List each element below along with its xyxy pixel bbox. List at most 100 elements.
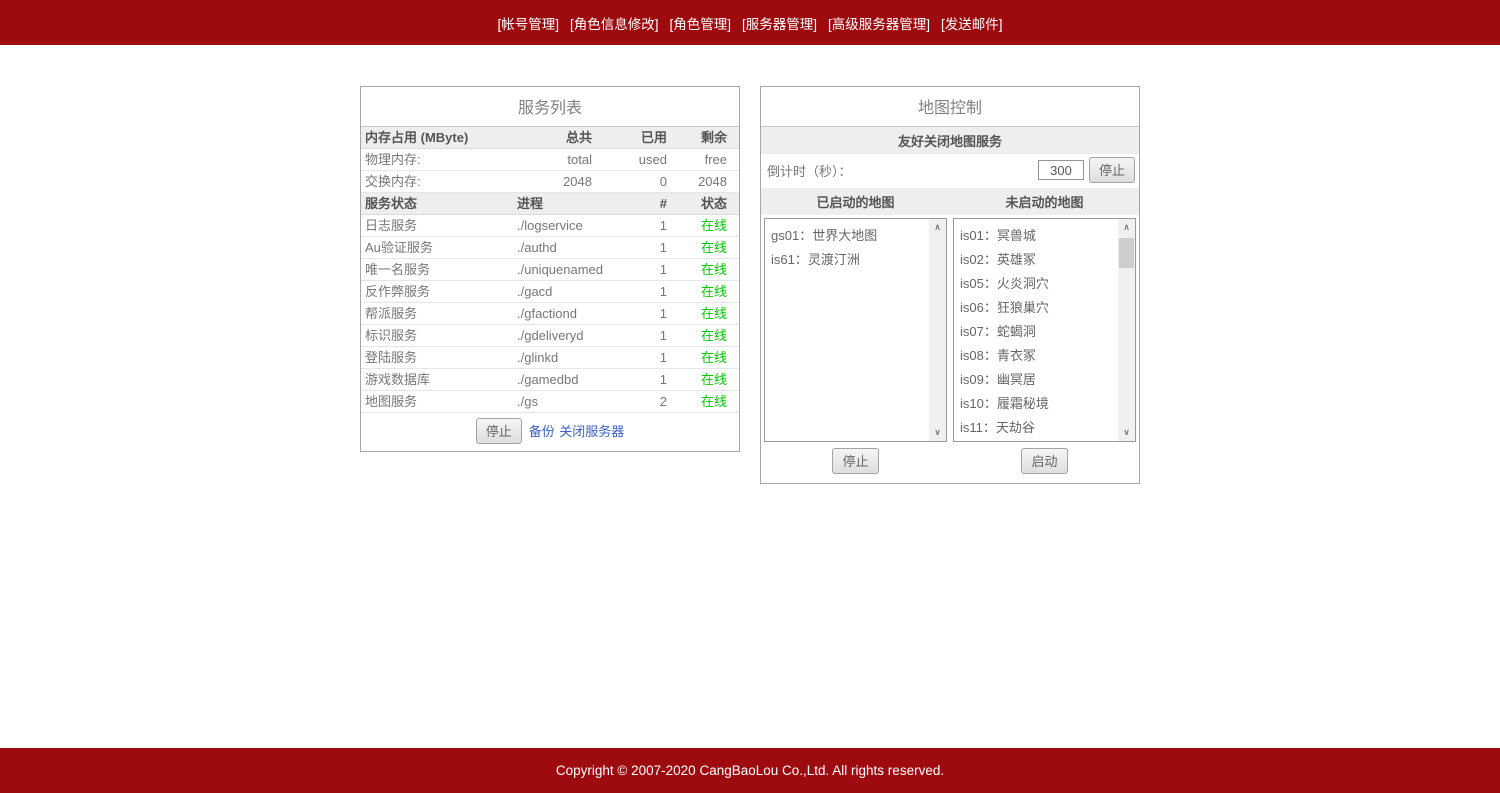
scroll-down-icon[interactable]: ∨	[929, 424, 946, 441]
memory-row: 交换内存: 2048 0 2048	[361, 171, 739, 193]
service-status: 在线	[673, 281, 739, 303]
service-row: 唯一名服务 ./uniquenamed 1 在线	[361, 259, 739, 281]
memory-used: 0	[596, 171, 673, 193]
nav-link[interactable]: [发送邮件]	[941, 13, 1003, 33]
backup-link[interactable]: 备份	[529, 424, 555, 439]
scroll-down-icon[interactable]: ∨	[1118, 424, 1135, 441]
map-option[interactable]: is10：履霜秘境	[954, 390, 1118, 414]
service-status: 在线	[673, 215, 739, 237]
memory-row: 物理内存: total used free	[361, 149, 739, 171]
memory-total: 2048	[513, 171, 596, 193]
scroll-up-icon[interactable]: ∧	[1118, 219, 1135, 236]
stopped-maps-listbox[interactable]: is01：冥兽城 is02：英雄冢 is05：火炎洞穴 is06：狂狼巢穴 is…	[953, 218, 1136, 442]
service-name: 标识服务	[361, 325, 513, 347]
nav-link[interactable]: [服务器管理]	[742, 13, 817, 33]
memory-label: 交换内存:	[361, 171, 513, 193]
memory-label: 物理内存:	[361, 149, 513, 171]
shutdown-server-link[interactable]: 关闭服务器	[559, 424, 624, 439]
service-row: 帮派服务 ./gfactiond 1 在线	[361, 303, 739, 325]
map-option[interactable]: is07：蛇蝎洞	[954, 318, 1118, 342]
main-content: 服务列表 内存占用 (MByte) 总共 已用 剩余 物理内存: total u…	[0, 86, 1500, 484]
service-process: ./glinkd	[513, 347, 596, 369]
service-count: 1	[596, 303, 673, 325]
memory-header-total: 总共	[513, 127, 596, 149]
map-option[interactable]: is02：英雄冢	[954, 246, 1118, 270]
countdown-label: 倒计时（秒）：	[765, 161, 852, 180]
service-row: Au验证服务 ./authd 1 在线	[361, 237, 739, 259]
service-status: 在线	[673, 259, 739, 281]
map-panel-subtitle: 友好关闭地图服务	[761, 127, 1139, 154]
started-maps-header: 已启动的地图	[761, 188, 950, 215]
service-name: 日志服务	[361, 215, 513, 237]
service-name: 唯一名服务	[361, 259, 513, 281]
service-name: 地图服务	[361, 391, 513, 413]
map-option[interactable]: gs01：世界大地图	[765, 222, 929, 246]
map-list-buttons: 停止 启动	[761, 442, 1139, 483]
countdown-stop-button[interactable]: 停止	[1089, 157, 1135, 183]
started-maps-listbox[interactable]: gs01：世界大地图 is61：灵渡汀洲 ∧ ∨	[764, 218, 947, 442]
service-header-row: 服务状态 进程 # 状态	[361, 193, 739, 215]
countdown-input[interactable]	[1038, 160, 1084, 180]
service-count: 1	[596, 237, 673, 259]
service-panel-title: 服务列表	[361, 87, 739, 127]
map-list-headers: 已启动的地图 未启动的地图	[761, 187, 1139, 215]
memory-header-used: 已用	[596, 127, 673, 149]
service-stop-button[interactable]: 停止	[476, 418, 522, 444]
map-option[interactable]: is08：青衣冢	[954, 342, 1118, 366]
memory-used: used	[596, 149, 673, 171]
service-name: 帮派服务	[361, 303, 513, 325]
memory-free: free	[673, 149, 739, 171]
nav-link[interactable]: [高级服务器管理]	[828, 13, 930, 33]
service-status: 在线	[673, 347, 739, 369]
map-option[interactable]: is05：火炎洞穴	[954, 270, 1118, 294]
nav-link[interactable]: [角色信息修改]	[570, 13, 659, 33]
map-option[interactable]: is01：冥兽城	[954, 222, 1118, 246]
service-process: ./gacd	[513, 281, 596, 303]
copyright-text: Copyright © 2007-2020 CangBaoLou Co.,Ltd…	[556, 763, 944, 778]
map-option[interactable]: is61：灵渡汀洲	[765, 246, 929, 270]
scroll-up-icon[interactable]: ∧	[929, 219, 946, 236]
service-row: 标识服务 ./gdeliveryd 1 在线	[361, 325, 739, 347]
service-count: 1	[596, 325, 673, 347]
map-option[interactable]: is06：狂狼巢穴	[954, 294, 1118, 318]
map-control-panel: 地图控制 友好关闭地图服务 倒计时（秒）： 停止 已启动的地图 未启动的地图 g…	[760, 86, 1140, 484]
service-count: 1	[596, 369, 673, 391]
memory-header-label: 内存占用 (MByte)	[361, 127, 513, 149]
stopped-maps-header: 未启动的地图	[950, 188, 1139, 215]
stopped-maps-scrollbar[interactable]: ∧ ∨	[1118, 219, 1135, 441]
service-process: ./gdeliveryd	[513, 325, 596, 347]
service-status: 在线	[673, 391, 739, 413]
service-name: 登陆服务	[361, 347, 513, 369]
service-header-status: 服务状态	[361, 193, 513, 215]
service-row: 登陆服务 ./glinkd 1 在线	[361, 347, 739, 369]
map-option[interactable]: is09：幽冥居	[954, 366, 1118, 390]
service-status: 在线	[673, 369, 739, 391]
service-count: 1	[596, 281, 673, 303]
service-count: 1	[596, 347, 673, 369]
service-status: 在线	[673, 303, 739, 325]
service-row: 游戏数据库 ./gamedbd 1 在线	[361, 369, 739, 391]
countdown-row: 倒计时（秒）： 停止	[761, 154, 1139, 187]
service-process: ./gs	[513, 391, 596, 413]
map-stop-button[interactable]: 停止	[832, 448, 878, 474]
service-name: 反作弊服务	[361, 281, 513, 303]
service-header-state: 状态	[673, 193, 739, 215]
top-nav: [帐号管理] [角色信息修改] [角色管理] [服务器管理] [高级服务器管理]…	[0, 0, 1500, 45]
scrollbar-thumb[interactable]	[1119, 238, 1134, 268]
service-process: ./gfactiond	[513, 303, 596, 325]
service-header-count: #	[596, 193, 673, 215]
memory-free: 2048	[673, 171, 739, 193]
service-list-panel: 服务列表 内存占用 (MByte) 总共 已用 剩余 物理内存: total u…	[360, 86, 740, 452]
nav-link[interactable]: [角色管理]	[669, 13, 731, 33]
service-count: 1	[596, 259, 673, 281]
started-maps-scrollbar[interactable]: ∧ ∨	[929, 219, 946, 441]
memory-header-row: 内存占用 (MByte) 总共 已用 剩余	[361, 127, 739, 149]
map-option[interactable]: is12：丛林遗迹	[954, 438, 1118, 442]
map-lists: gs01：世界大地图 is61：灵渡汀洲 ∧ ∨ is01：冥兽城 is02：英…	[761, 215, 1139, 442]
map-start-button[interactable]: 启动	[1021, 448, 1067, 474]
map-option[interactable]: is11：天劫谷	[954, 414, 1118, 438]
service-process: ./logservice	[513, 215, 596, 237]
memory-header-free: 剩余	[673, 127, 739, 149]
nav-link[interactable]: [帐号管理]	[497, 13, 559, 33]
service-actions: 停止 备份 关闭服务器	[361, 413, 739, 451]
